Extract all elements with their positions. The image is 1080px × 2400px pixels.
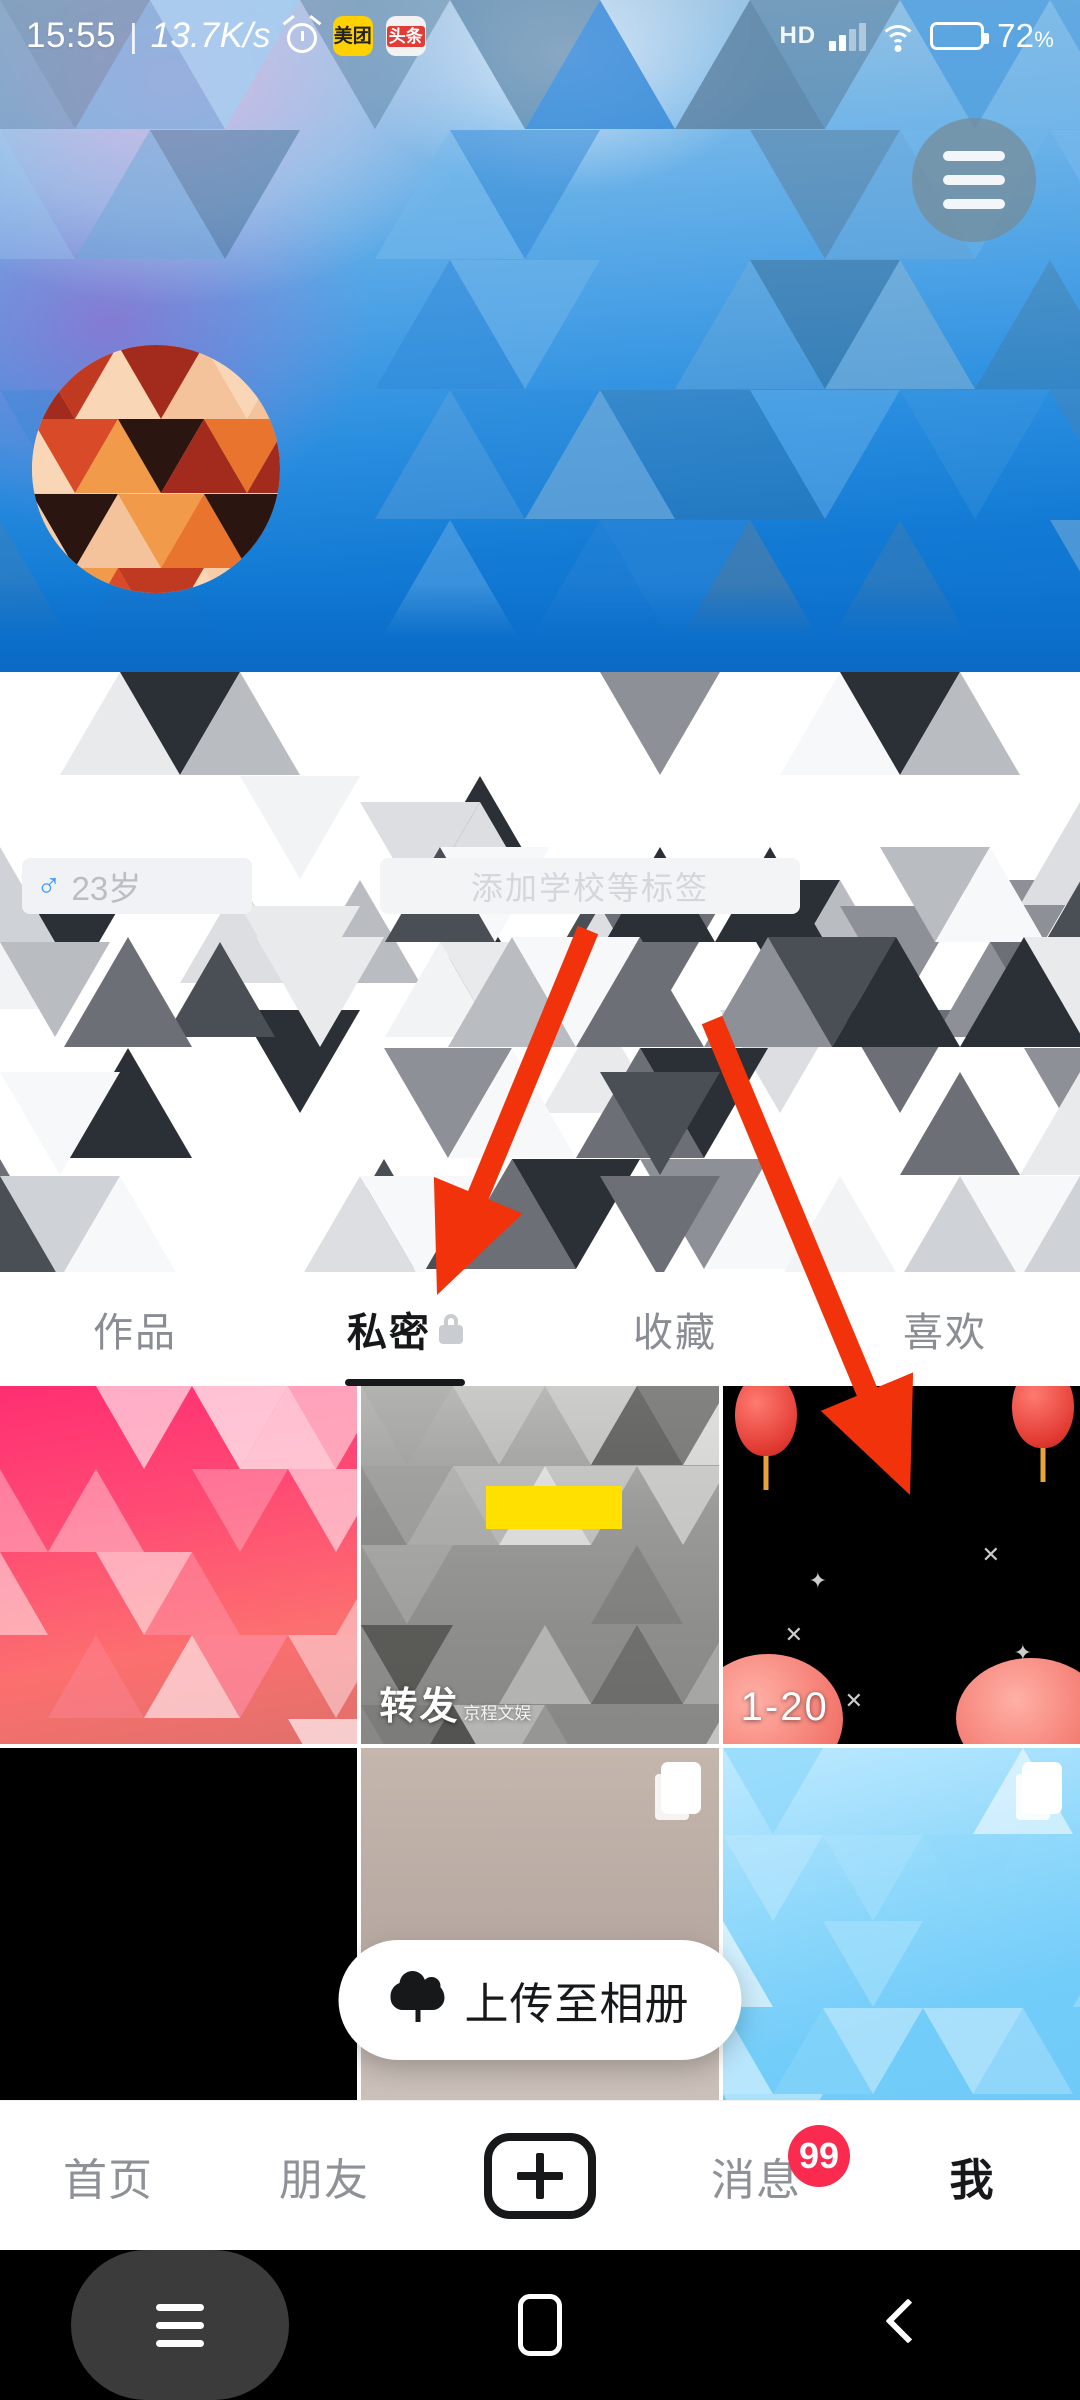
nav-home[interactable]: 首页 bbox=[0, 2101, 216, 2250]
cellular-signal-icon bbox=[829, 21, 867, 51]
age-gender-badge[interactable]: ♂ 23岁 bbox=[22, 858, 252, 914]
plus-icon bbox=[484, 2132, 596, 2219]
status-bar: 15:55 | 13.7K/s 美团 头条 HD 72% bbox=[0, 0, 1080, 72]
age-label: 23岁 bbox=[71, 870, 142, 907]
nav-profile[interactable]: 我 bbox=[864, 2101, 1080, 2250]
tab-active-underline bbox=[345, 1379, 465, 1386]
tab-private[interactable]: 私密 bbox=[270, 1272, 540, 1386]
network-speed: 13.7K/s bbox=[150, 16, 271, 55]
add-school-tag-label: 添加学校等标签 bbox=[470, 870, 709, 906]
back-chevron-icon bbox=[886, 2299, 914, 2351]
battery-percent: 72% bbox=[997, 17, 1054, 54]
hamburger-line bbox=[943, 175, 1005, 185]
profile-mosaic-censor bbox=[0, 672, 1080, 1272]
grid-item-4[interactable] bbox=[0, 1748, 358, 2106]
profile-cover-banner bbox=[0, 0, 1080, 672]
home-icon bbox=[518, 2294, 562, 2356]
battery-icon bbox=[930, 22, 990, 50]
tab-works-label: 作品 bbox=[93, 1311, 177, 1355]
home-button[interactable] bbox=[360, 2294, 720, 2356]
toutiao-app-icon: 头条 bbox=[385, 16, 426, 56]
grid-item-6[interactable] bbox=[722, 1748, 1080, 2106]
profile-info-section: ♂ 23岁 添加学校等标签 bbox=[0, 672, 1080, 1272]
clock-time: 15:55 bbox=[26, 16, 117, 55]
recents-button[interactable] bbox=[0, 2250, 360, 2400]
lock-icon bbox=[439, 1314, 463, 1344]
status-separator: | bbox=[129, 17, 138, 54]
app-screen: 15:55 | 13.7K/s 美团 头条 HD 72% ♂ 23岁 添加学校等… bbox=[0, 0, 1080, 2400]
tab-favorites[interactable]: 收藏 bbox=[540, 1272, 810, 1386]
wifi-icon bbox=[879, 21, 918, 52]
messages-badge: 99 bbox=[788, 2125, 850, 2187]
cloud-upload-icon bbox=[390, 1971, 445, 2024]
tab-likes-label: 喜欢 bbox=[903, 1311, 987, 1355]
grid-item-3[interactable]: ✦ ✕ ✕ ✦ ✕ 1-20 bbox=[722, 1386, 1080, 1744]
back-button[interactable] bbox=[720, 2299, 1080, 2351]
hd-label: HD bbox=[779, 22, 817, 49]
male-gender-icon: ♂ bbox=[36, 867, 62, 905]
upload-to-album-label: 上传至相册 bbox=[464, 1980, 690, 2029]
nav-friends-label: 朋友 bbox=[279, 2155, 369, 2205]
grid-item-1[interactable] bbox=[0, 1386, 358, 1744]
nav-home-label: 首页 bbox=[63, 2155, 153, 2205]
nav-create-button[interactable] bbox=[432, 2101, 648, 2250]
nav-friends[interactable]: 朋友 bbox=[216, 2101, 432, 2250]
nav-messages[interactable]: 消息 99 bbox=[648, 2101, 864, 2250]
hamburger-line bbox=[943, 199, 1005, 209]
banner-fade bbox=[0, 582, 1080, 672]
hamburger-line bbox=[943, 151, 1005, 161]
avatar-mosaic-censor bbox=[32, 345, 280, 593]
android-navigation-bar bbox=[0, 2250, 1080, 2400]
recents-icon bbox=[156, 2303, 204, 2347]
add-school-tag-button[interactable]: 添加学校等标签 bbox=[380, 858, 800, 914]
avatar[interactable] bbox=[32, 345, 280, 593]
tab-favorites-label: 收藏 bbox=[633, 1311, 717, 1355]
alarm-clock-icon bbox=[282, 14, 322, 54]
finger-decor bbox=[956, 1658, 1080, 1744]
grid-item-2[interactable]: 转发 京程文娱 bbox=[361, 1386, 719, 1744]
meituan-app-icon: 美团 bbox=[332, 16, 373, 56]
upload-to-album-button[interactable]: 上传至相册 bbox=[338, 1940, 742, 2060]
thumbnail-highlight bbox=[486, 1486, 623, 1530]
nav-profile-label: 我 bbox=[949, 2155, 995, 2205]
multi-page-icon bbox=[660, 1762, 701, 1814]
lantern-decor-icon bbox=[1012, 1386, 1074, 1448]
tab-likes[interactable]: 喜欢 bbox=[810, 1272, 1080, 1386]
profile-tabs: 作品 私密 收藏 喜欢 bbox=[0, 1272, 1080, 1386]
status-bar-right: HD 72% bbox=[779, 17, 1054, 55]
tab-private-label: 私密 bbox=[347, 1311, 431, 1355]
grid-item-3-caption: 1-20 bbox=[740, 1685, 829, 1729]
tab-works[interactable]: 作品 bbox=[0, 1272, 270, 1386]
status-bar-left: 15:55 | 13.7K/s 美团 头条 bbox=[26, 14, 426, 56]
bottom-navigation: 首页 朋友 消息 99 我 bbox=[0, 2100, 1080, 2250]
grid-item-2-caption: 转发 京程文娱 bbox=[379, 1686, 532, 1728]
lantern-decor-icon bbox=[734, 1386, 797, 1456]
hamburger-menu-icon[interactable] bbox=[912, 118, 1036, 242]
